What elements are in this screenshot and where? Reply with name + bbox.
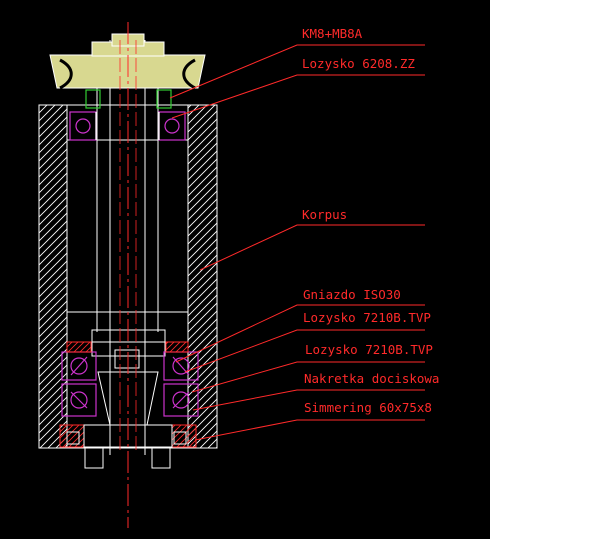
label-bearing-6208: Lozysko 6208.ZZ — [302, 56, 415, 71]
label-km8: KM8+MB8A — [302, 26, 363, 41]
shaft-seal — [66, 431, 187, 445]
label-bearing-7210b-lower: Lozysko 7210B.TVP — [305, 342, 433, 357]
label-clamping-nut: Nakretka dociskowa — [304, 371, 439, 386]
label-bearing-7210b-upper: Lozysko 7210B.TVP — [303, 310, 431, 325]
label-housing: Korpus — [302, 207, 347, 222]
label-iso30-socket: Gniazdo ISO30 — [303, 287, 401, 302]
spindle-assembly-drawing: KM8+MB8A Lozysko 6208.ZZ Korpus Gniazdo … — [38, 22, 439, 528]
annotation-labels: KM8+MB8A Lozysko 6208.ZZ Korpus Gniazdo … — [302, 26, 439, 415]
label-shaft-seal: Simmering 60x75x8 — [304, 400, 432, 415]
drawing-canvas: KM8+MB8A Lozysko 6208.ZZ Korpus Gniazdo … — [0, 0, 600, 539]
